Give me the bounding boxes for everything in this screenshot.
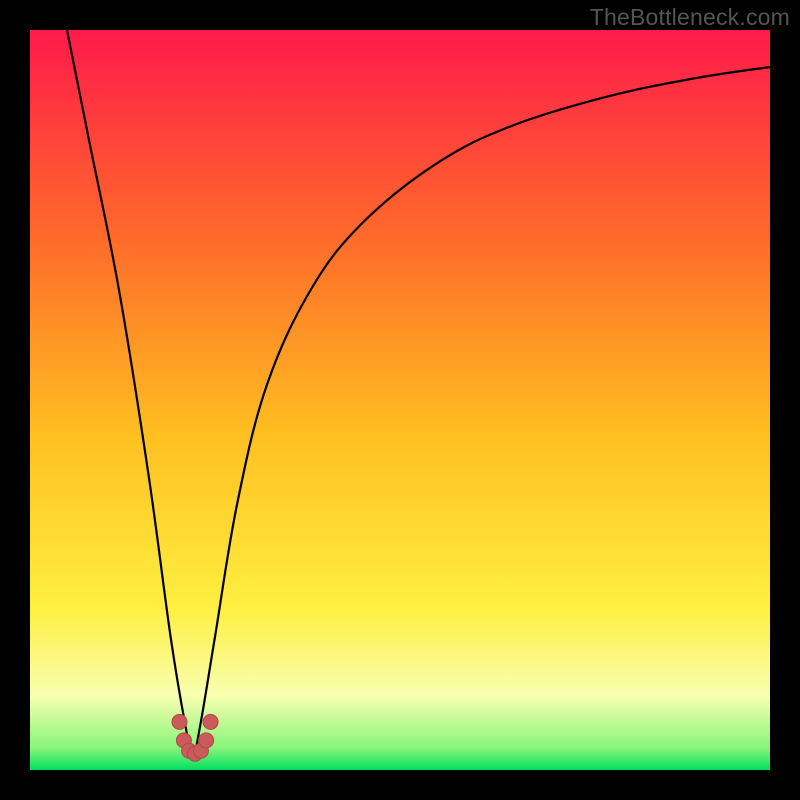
minimum-marker-dot [172, 714, 187, 729]
chart-svg [30, 30, 770, 770]
outer-frame: TheBottleneck.com [0, 0, 800, 800]
gradient-background [30, 30, 770, 770]
minimum-marker-dot [203, 714, 218, 729]
watermark-text: TheBottleneck.com [590, 4, 790, 31]
minimum-marker-dot [199, 733, 214, 748]
plot-area [30, 30, 770, 770]
